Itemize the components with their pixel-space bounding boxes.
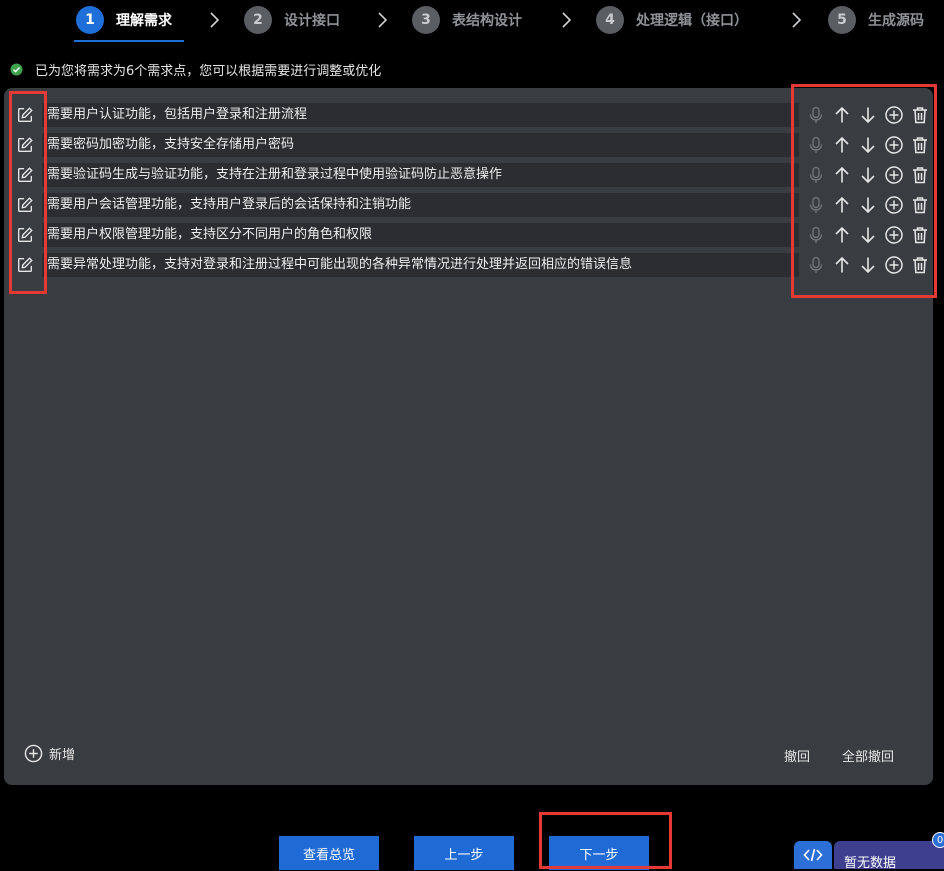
- arrow-up-icon[interactable]: [832, 135, 852, 155]
- trash-icon[interactable]: [910, 165, 930, 185]
- edit-icon[interactable]: [16, 256, 34, 274]
- stepper: 1 理解需求 2 设计接口 3 表结构设计 4 处理逻辑（接口） 5 生成源码: [0, 0, 944, 44]
- add-requirement-button[interactable]: 新增: [24, 744, 75, 763]
- requirement-row: 需要验证码生成与验证功能，支持在注册和登录过程中使用验证码防止恶意操作: [4, 163, 933, 187]
- step-4[interactable]: 4 处理逻辑（接口）: [596, 4, 748, 36]
- row-actions: [806, 163, 936, 187]
- trash-icon[interactable]: [910, 195, 930, 215]
- step-label: 设计接口: [284, 13, 340, 29]
- requirement-row: 需要异常处理功能，支持对登录和注册过程中可能出现的各种异常情况进行处理并返回相应…: [4, 253, 933, 277]
- requirements-panel: 需要用户认证功能，包括用户登录和注册流程 需要密码加密功能，支持安全存储用户密码需…: [4, 84, 937, 785]
- microphone-icon[interactable]: [806, 255, 826, 275]
- microphone-icon[interactable]: [806, 195, 826, 215]
- row-actions: [806, 223, 936, 247]
- chevron-right-icon: [786, 10, 806, 30]
- notification-badge: 0: [932, 832, 944, 848]
- microphone-icon[interactable]: [806, 225, 826, 245]
- previous-step-button[interactable]: 上一步: [414, 836, 514, 870]
- arrow-up-icon[interactable]: [832, 165, 852, 185]
- no-data-widget[interactable]: 暂无数据: [834, 841, 944, 871]
- arrow-down-icon[interactable]: [858, 225, 878, 245]
- trash-icon[interactable]: [910, 255, 930, 275]
- chevron-right-icon: [204, 10, 224, 30]
- arrow-down-icon[interactable]: [858, 105, 878, 125]
- undo-button[interactable]: 撤回: [784, 746, 810, 765]
- microphone-icon[interactable]: [806, 135, 826, 155]
- trash-icon[interactable]: [910, 225, 930, 245]
- arrow-up-icon[interactable]: [832, 225, 852, 245]
- requirement-row: 需要用户认证功能，包括用户登录和注册流程: [4, 103, 933, 127]
- requirement-text[interactable]: 需要用户权限管理功能，支持区分不同用户的角色和权限: [42, 223, 799, 247]
- step-label: 生成源码: [868, 13, 924, 29]
- requirement-text[interactable]: 需要用户认证功能，包括用户登录和注册流程: [42, 103, 799, 127]
- requirement-text[interactable]: 需要密码加密功能，支持安全存储用户密码: [42, 133, 799, 157]
- requirement-row: 需要用户权限管理功能，支持区分不同用户的角色和权限: [4, 223, 933, 247]
- plus-circle-icon[interactable]: [884, 105, 904, 125]
- trash-icon[interactable]: [910, 105, 930, 125]
- row-actions: [806, 253, 936, 277]
- step-2[interactable]: 2 设计接口: [244, 4, 340, 36]
- next-step-button[interactable]: 下一步: [549, 836, 649, 870]
- step-label: 表结构设计: [452, 13, 522, 29]
- add-label: 新增: [49, 748, 76, 763]
- plus-circle-icon[interactable]: [884, 195, 904, 215]
- edit-icon[interactable]: [16, 226, 34, 244]
- step-3[interactable]: 3 表结构设计: [412, 4, 522, 36]
- arrow-down-icon[interactable]: [858, 195, 878, 215]
- step-number: 1: [76, 6, 104, 34]
- trash-icon[interactable]: [910, 135, 930, 155]
- step-number: 2: [244, 6, 272, 34]
- edit-icon[interactable]: [16, 136, 34, 154]
- step-number: 5: [828, 6, 856, 34]
- arrow-up-icon[interactable]: [832, 195, 852, 215]
- requirement-text[interactable]: 需要验证码生成与验证功能，支持在注册和登录过程中使用验证码防止恶意操作: [42, 163, 799, 187]
- plus-circle-icon[interactable]: [884, 225, 904, 245]
- overview-button[interactable]: 查看总览: [279, 836, 379, 870]
- step-5[interactable]: 5 生成源码: [828, 4, 924, 36]
- arrow-down-icon[interactable]: [858, 255, 878, 275]
- microphone-icon[interactable]: [806, 165, 826, 185]
- plus-circle-icon[interactable]: [884, 165, 904, 185]
- check-circle-icon: [10, 63, 23, 76]
- microphone-icon[interactable]: [806, 105, 826, 125]
- chevron-right-icon: [372, 10, 392, 30]
- arrow-down-icon[interactable]: [858, 135, 878, 155]
- row-actions: [806, 103, 936, 127]
- requirement-text[interactable]: 需要异常处理功能，支持对登录和注册过程中可能出现的各种异常情况进行处理并返回相应…: [42, 253, 799, 277]
- step-label: 理解需求: [116, 13, 172, 29]
- plus-circle-icon[interactable]: [884, 255, 904, 275]
- plus-circle-icon[interactable]: [884, 135, 904, 155]
- requirement-text[interactable]: 需要用户会话管理功能，支持用户登录后的会话保持和注销功能: [42, 193, 799, 217]
- arrow-up-icon[interactable]: [832, 105, 852, 125]
- undo-all-button[interactable]: 全部撤回: [842, 746, 894, 765]
- edit-icon[interactable]: [16, 166, 34, 184]
- requirement-row: 需要用户会话管理功能，支持用户登录后的会话保持和注销功能: [4, 193, 933, 217]
- info-message: 已为您将需求为6个需求点，您可以根据需要进行调整或优化: [10, 60, 381, 79]
- plus-circle-icon: [24, 744, 43, 763]
- no-data-label: 暂无数据: [844, 856, 897, 871]
- code-icon[interactable]: [794, 841, 832, 869]
- row-actions: [806, 193, 936, 217]
- step-number: 3: [412, 6, 440, 34]
- edit-icon[interactable]: [16, 106, 34, 124]
- row-actions: [806, 133, 936, 157]
- active-step-underline: [74, 40, 184, 42]
- arrow-up-icon[interactable]: [832, 255, 852, 275]
- step-label: 处理逻辑（接口）: [636, 13, 748, 29]
- step-1[interactable]: 1 理解需求: [76, 4, 172, 36]
- arrow-down-icon[interactable]: [858, 165, 878, 185]
- edit-icon[interactable]: [16, 196, 34, 214]
- requirement-row: 需要密码加密功能，支持安全存储用户密码: [4, 133, 933, 157]
- info-text: 已为您将需求为6个需求点，您可以根据需要进行调整或优化: [35, 64, 382, 79]
- step-number: 4: [596, 6, 624, 34]
- chevron-right-icon: [556, 10, 576, 30]
